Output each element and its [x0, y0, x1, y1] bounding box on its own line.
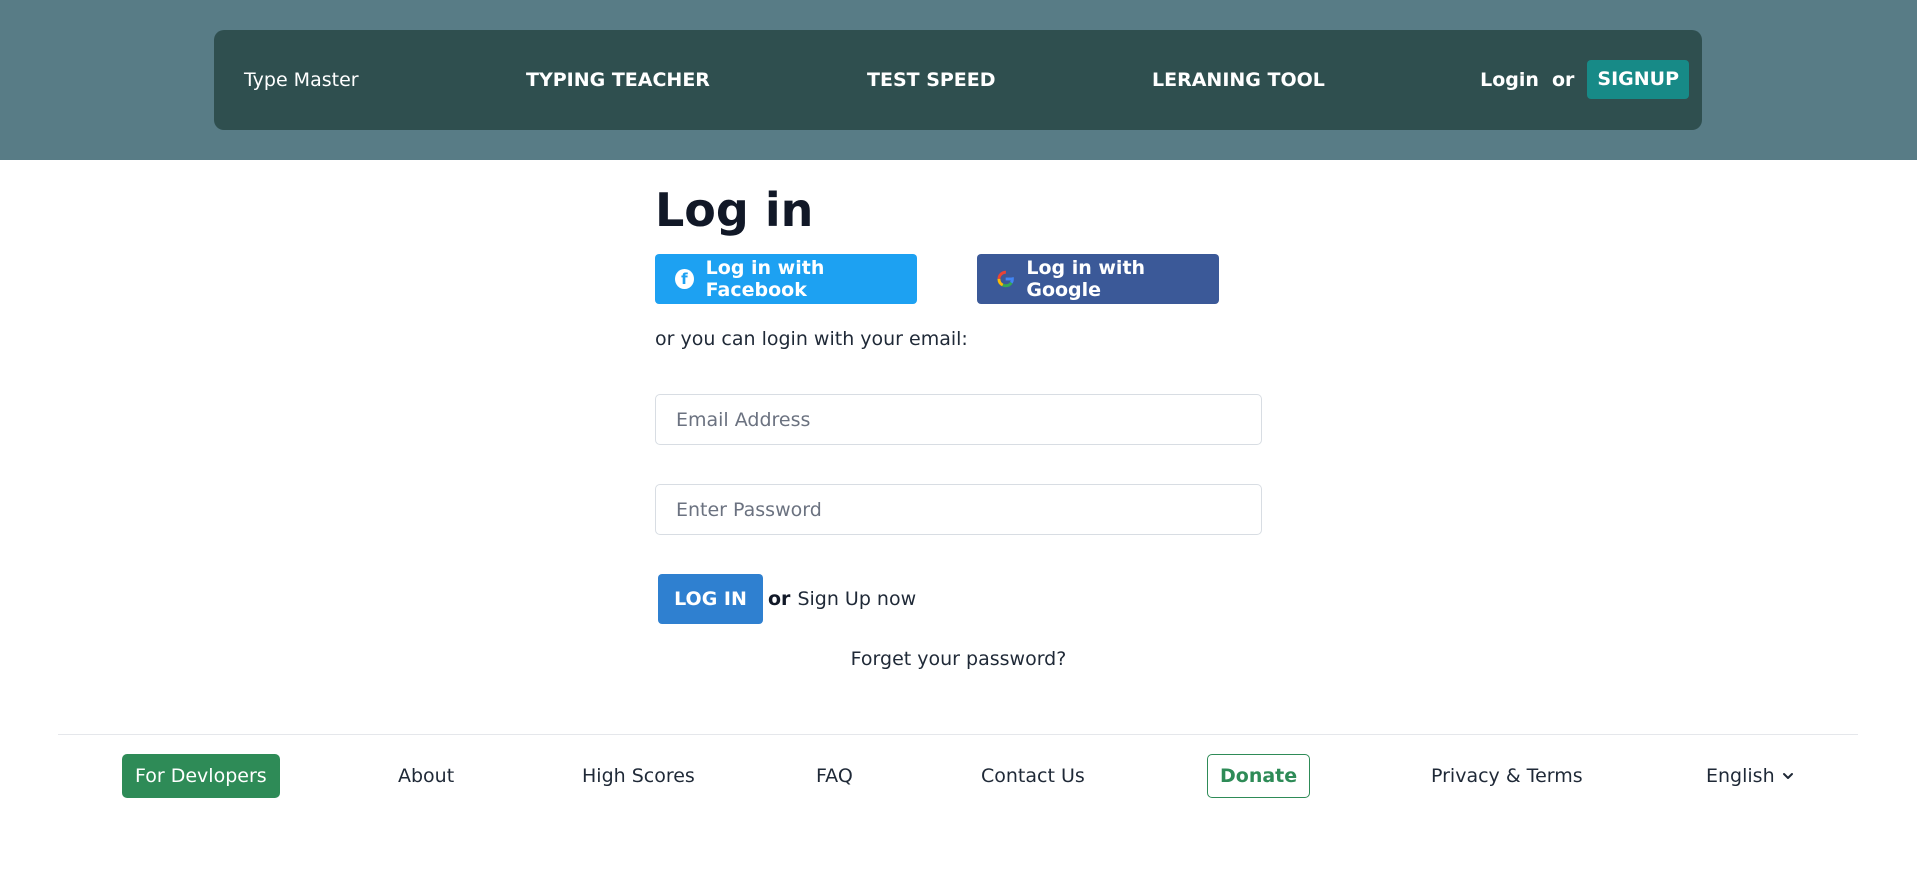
submit-row: LOG IN or Sign Up now — [658, 574, 916, 624]
login-button[interactable]: LOG IN — [658, 574, 763, 624]
brand-logo[interactable]: Type Master — [244, 30, 359, 130]
email-field[interactable] — [655, 394, 1262, 445]
social-login-row: f Log in with Facebook Log in with Googl… — [655, 254, 1262, 304]
header-band: Type Master TYPING TEACHER TEST SPEED LE… — [0, 0, 1917, 160]
nav-learning-tool[interactable]: LERANING TOOL — [1152, 30, 1325, 130]
email-login-note: or you can login with your email: — [655, 328, 968, 350]
footer-faq-link[interactable]: FAQ — [816, 754, 853, 798]
google-login-label: Log in with Google — [1026, 257, 1146, 301]
chevron-down-icon — [1782, 773, 1793, 779]
language-select[interactable]: English — [1706, 754, 1795, 798]
signup-now-link[interactable]: Sign Up now — [797, 588, 916, 610]
nav-typing-teacher[interactable]: TYPING TEACHER — [526, 30, 710, 130]
facebook-icon: f — [675, 269, 694, 289]
footer-contact-link[interactable]: Contact Us — [981, 754, 1085, 798]
or-label: or — [768, 588, 791, 610]
facebook-login-label: Log in with Facebook — [705, 257, 825, 301]
page-title: Log in — [655, 183, 814, 237]
login-form: Log in f Log in with Facebook Log in wit… — [655, 180, 1262, 670]
footer: For Devlopers About High Scores FAQ Cont… — [0, 754, 1917, 798]
developers-button[interactable]: For Devlopers — [122, 754, 280, 798]
donate-button[interactable]: Donate — [1207, 754, 1311, 798]
auth-links: Login or SIGNUP — [1480, 60, 1689, 99]
footer-divider — [58, 734, 1858, 735]
footer-privacy-link[interactable]: Privacy & Terms — [1431, 754, 1583, 798]
signup-button[interactable]: SIGNUP — [1587, 60, 1689, 99]
facebook-login-button[interactable]: f Log in with Facebook — [655, 254, 917, 304]
google-icon — [997, 270, 1014, 288]
password-field[interactable] — [655, 484, 1262, 535]
language-label: English — [1706, 765, 1775, 787]
footer-high-scores-link[interactable]: High Scores — [582, 754, 695, 798]
google-login-button[interactable]: Log in with Google — [977, 254, 1219, 304]
or-separator: or — [1551, 68, 1575, 91]
login-link[interactable]: Login — [1480, 69, 1539, 91]
navbar: Type Master TYPING TEACHER TEST SPEED LE… — [214, 30, 1702, 130]
forgot-password-link[interactable]: Forget your password? — [655, 648, 1262, 670]
footer-about-link[interactable]: About — [398, 754, 454, 798]
nav-test-speed[interactable]: TEST SPEED — [867, 30, 996, 130]
